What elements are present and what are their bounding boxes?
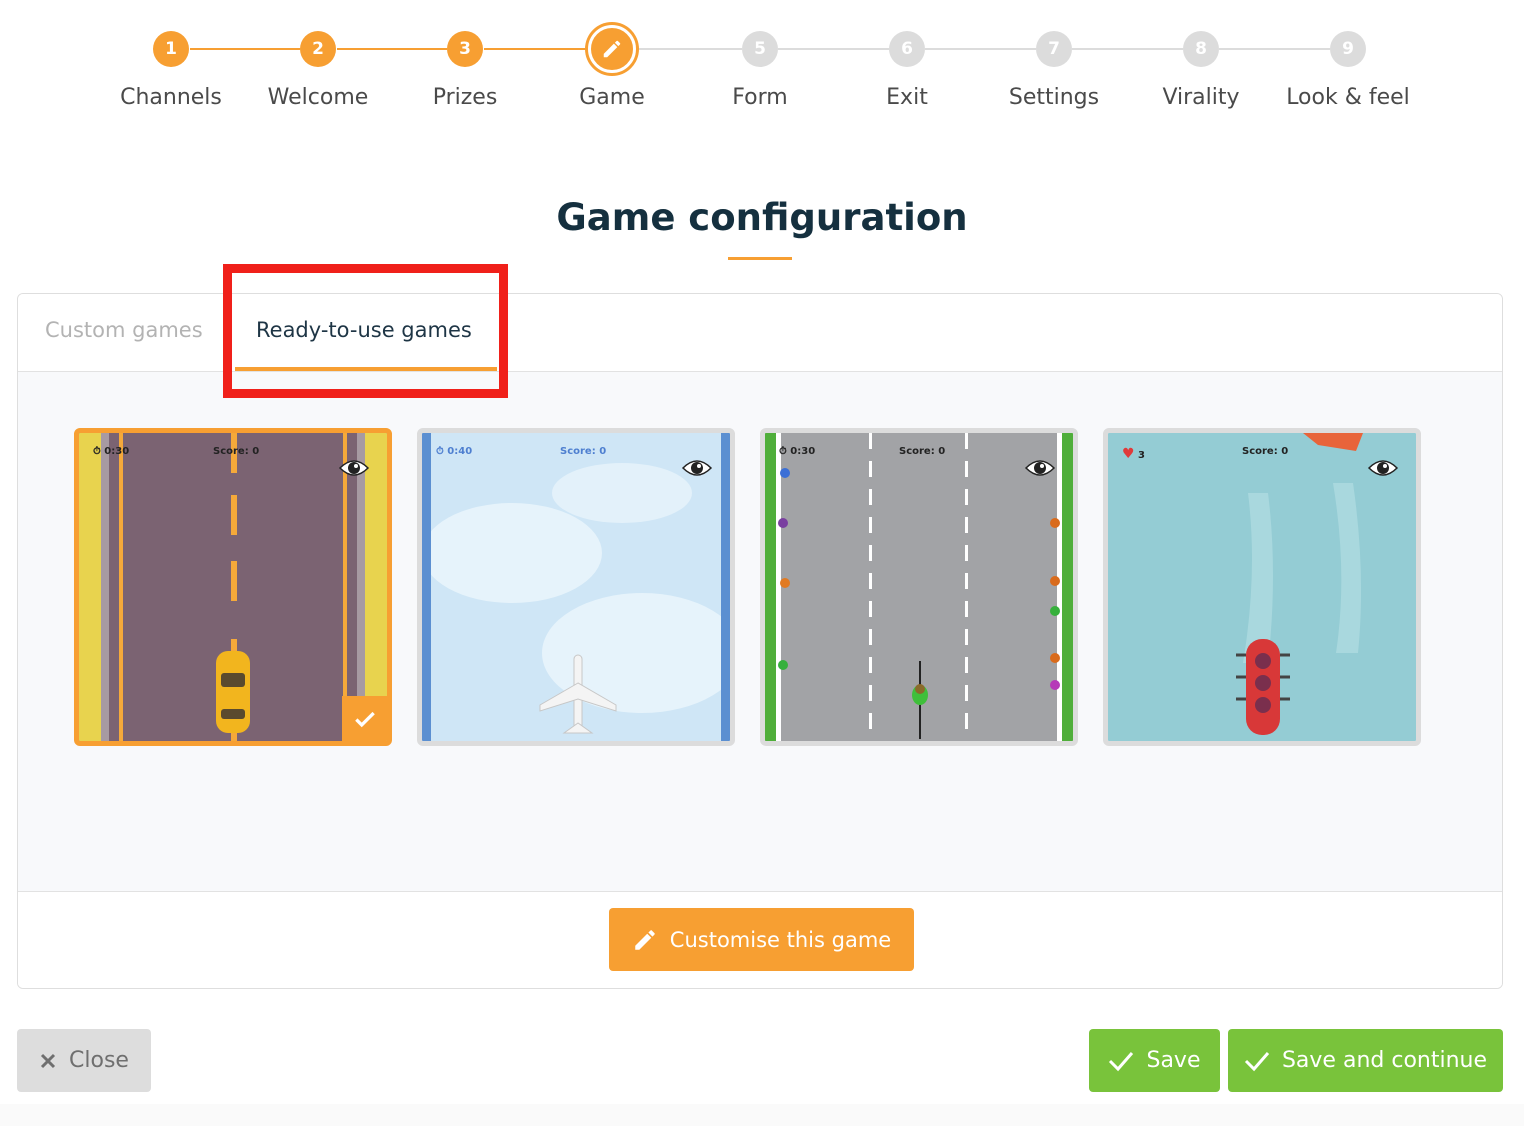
step-label: Look & feel	[1286, 85, 1410, 110]
step-label: Form	[732, 85, 788, 110]
step-number: 3	[447, 31, 483, 67]
check-icon	[1109, 1051, 1134, 1071]
game-thumbnail-taxi[interactable]: ⏱ 0:30 Score: 0	[74, 428, 392, 746]
tab-custom-games[interactable]: Custom games	[45, 318, 203, 342]
close-label: Close	[69, 1048, 129, 1073]
step-number: 6	[889, 31, 925, 67]
game-selection-card: Custom games Ready-to-use games ⏱ 0:30 S…	[17, 293, 1503, 989]
step-connector	[925, 48, 1036, 50]
page-bottom-strip	[0, 1104, 1524, 1126]
step-label: Virality	[1162, 85, 1240, 110]
step-look-and-feel[interactable]: 9 Look & feel	[1278, 27, 1418, 110]
tab-ready-to-use-games[interactable]: Ready-to-use games	[256, 318, 472, 342]
step-channels[interactable]: 1 Channels	[101, 27, 241, 110]
step-connector	[636, 48, 742, 50]
game-timer: ⏱ 0:30	[779, 446, 816, 457]
step-welcome[interactable]: 2 Welcome	[248, 27, 388, 110]
game-timer: ⏱ 0:30	[93, 446, 130, 457]
page-title: Game configuration	[556, 196, 968, 239]
step-exit[interactable]: 6 Exit	[837, 27, 977, 110]
title-underline	[728, 257, 792, 260]
step-label: Welcome	[267, 85, 369, 110]
step-current-dot	[588, 25, 636, 73]
close-button[interactable]: Close	[17, 1029, 151, 1092]
customise-game-button[interactable]: Customise this game	[609, 908, 914, 971]
game-lives: ♥ 3	[1122, 446, 1145, 462]
game-score: Score: 0	[1242, 446, 1289, 457]
step-number: 5	[742, 31, 778, 67]
step-connector	[778, 48, 889, 50]
game-thumbnail-river-raft[interactable]: ♥ 3 Score: 0	[1103, 428, 1421, 746]
check-icon	[1244, 1051, 1270, 1071]
save-and-continue-button[interactable]: Save and continue	[1228, 1029, 1503, 1092]
step-game[interactable]: Game	[542, 25, 682, 110]
game-timer: ⏱ 0:40	[436, 446, 473, 457]
step-number: 8	[1183, 31, 1219, 67]
step-number: 1	[153, 31, 189, 67]
step-label: Prizes	[432, 85, 498, 110]
step-number: 9	[1330, 31, 1366, 67]
progress-stepper: 1 Channels 2 Welcome 3 Prizes Game 5 For…	[0, 25, 1524, 117]
game-score: Score: 0	[560, 446, 607, 457]
step-connector	[1219, 48, 1330, 50]
heart-icon: ♥	[1122, 446, 1135, 462]
game-thumbnail-airplane[interactable]: ⏱ 0:40 Score: 0	[417, 428, 735, 746]
pencil-icon	[603, 40, 621, 58]
active-tab-underline	[235, 367, 497, 371]
step-label: Exit	[886, 85, 928, 110]
customise-label: Customise this game	[669, 927, 892, 952]
step-connector	[1072, 48, 1183, 50]
step-connector	[190, 48, 300, 50]
save-button[interactable]: Save	[1089, 1029, 1220, 1092]
save-continue-label: Save and continue	[1281, 1048, 1488, 1073]
save-label: Save	[1146, 1048, 1201, 1073]
step-prizes[interactable]: 3 Prizes	[395, 27, 535, 110]
step-form[interactable]: 5 Form	[690, 27, 830, 110]
card-footer: Customise this game	[18, 892, 1502, 988]
step-virality[interactable]: 8 Virality	[1131, 27, 1271, 110]
timer-value: 0:30	[104, 446, 130, 457]
game-score: Score: 0	[899, 446, 946, 457]
step-label: Settings	[1008, 85, 1100, 110]
preview-eye-icon[interactable]	[680, 451, 714, 485]
game-score: Score: 0	[213, 446, 260, 457]
step-connector	[484, 48, 590, 50]
game-thumbnail-bike-race[interactable]: ⏱ 0:30 Score: 0	[760, 428, 1078, 746]
step-number: 7	[1036, 31, 1072, 67]
tab-bar: Custom games Ready-to-use games	[18, 294, 1502, 372]
step-connector	[337, 48, 447, 50]
step-settings[interactable]: 7 Settings	[984, 27, 1124, 110]
close-icon	[40, 1053, 56, 1068]
step-label: Game	[579, 85, 645, 110]
step-label: Channels	[120, 85, 222, 110]
step-number: 2	[300, 31, 336, 67]
timer-value: 0:30	[790, 446, 816, 457]
preview-eye-icon[interactable]	[1366, 451, 1400, 485]
selected-check-icon	[342, 696, 387, 741]
games-gallery: ⏱ 0:30 Score: 0 ⏱ 0:40 Score: 0 ⏱ 0:30 S…	[18, 372, 1502, 892]
preview-eye-icon[interactable]	[1023, 451, 1057, 485]
timer-value: 0:40	[447, 446, 473, 457]
preview-eye-icon[interactable]	[337, 451, 371, 485]
lives-value: 3	[1138, 450, 1146, 461]
pencil-icon	[635, 929, 655, 950]
